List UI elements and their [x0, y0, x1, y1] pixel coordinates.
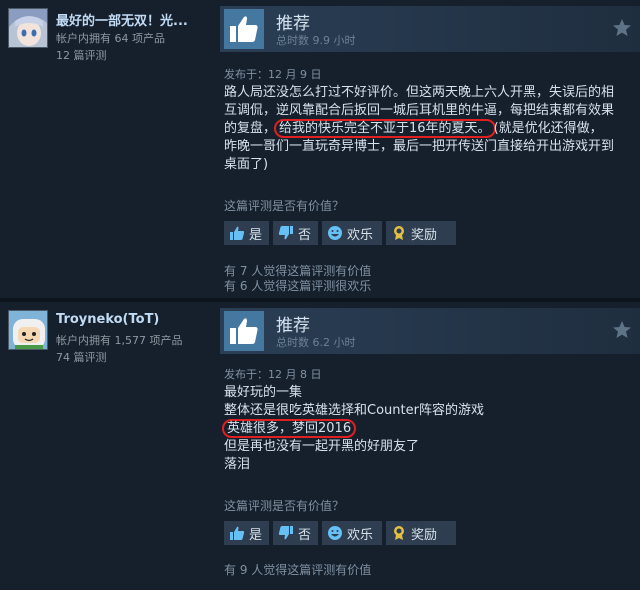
review-line: 的复盘， 给我的快乐完全不亚于16年的夏天。 (就是优化还得做，	[224, 119, 634, 138]
highlight-circle: 英雄很多，梦回2016	[222, 419, 357, 438]
posted-date: 发布于：12 月 9 日	[224, 68, 322, 81]
award-star-icon[interactable]	[612, 320, 632, 340]
review-line: 互调侃，逆风靠配合后扳回一城后耳机里的牛逼，每把结束都有效果	[224, 103, 615, 118]
award-button[interactable]: 奖励	[386, 521, 456, 545]
thumbs-down-icon	[278, 526, 293, 540]
highlight-circle: 给我的快乐完全不亚于16年的夏天。	[274, 119, 496, 138]
username[interactable]: 最好的一部无双！光...	[56, 10, 216, 29]
yes-button[interactable]: 是	[224, 221, 269, 245]
helpful-question: 这篇评测是否有价值？	[224, 199, 345, 213]
award-icon	[394, 226, 404, 240]
posted-date: 发布于：12 月 8 日	[224, 368, 322, 381]
products-count[interactable]: 帐户内拥有 64 项产品	[56, 30, 165, 46]
username[interactable]: Troyneko(ToT)	[56, 312, 216, 327]
funny-count: 有 6 人觉得这篇评测很欢乐	[224, 279, 372, 293]
thumbs-up-icon	[224, 311, 264, 351]
no-button[interactable]: 否	[273, 521, 318, 545]
review-line: 昨晚一哥们一直玩奇异博士，最后一把开传送门直接给开出游戏开到	[224, 139, 615, 154]
yes-button[interactable]: 是	[224, 521, 269, 545]
hours-played: 总时数 6.2 小时	[276, 336, 356, 349]
vote-header[interactable]: 推荐 总时数 9.9 小时	[220, 6, 640, 52]
award-icon	[394, 526, 404, 540]
reviews-count[interactable]: 12 篇评测	[56, 47, 107, 63]
funny-label: 欢乐	[347, 527, 374, 543]
hours-played: 总时数 9.9 小时	[276, 34, 356, 47]
funny-button[interactable]: 欢乐	[322, 221, 382, 245]
thumbs-up-icon	[230, 526, 245, 540]
thumbs-down-icon	[278, 226, 293, 240]
review-body: 路人局还没怎么打过不好评价。但这两天晚上六人开黑，失误后的相 互调侃，逆风靠配合…	[224, 84, 634, 174]
no-button[interactable]: 否	[273, 221, 318, 245]
vote-header[interactable]: 推荐 总时数 6.2 小时	[220, 308, 640, 354]
thumbs-up-icon	[230, 226, 245, 240]
laugh-icon	[328, 526, 342, 540]
award-button[interactable]: 奖励	[386, 221, 456, 245]
award-label: 奖励	[411, 227, 438, 243]
thumbs-up-icon	[224, 9, 264, 49]
helpful-question: 这篇评测是否有价值？	[224, 499, 345, 513]
review-text: (就是优化还得做，	[493, 121, 603, 136]
review-line: 最好玩的一集	[224, 385, 303, 400]
review-line: 但是再也没有一起开黑的好朋友了	[224, 439, 420, 454]
vote-title: 推荐	[276, 14, 310, 34]
yes-label: 是	[249, 227, 263, 243]
review-line: 整体还是很吃英雄选择和Counter阵容的游戏	[224, 403, 484, 418]
no-label: 否	[298, 527, 312, 543]
review-line: 桌面了)	[224, 157, 269, 172]
funny-label: 欢乐	[347, 227, 374, 243]
award-star-icon[interactable]	[612, 18, 632, 38]
products-count[interactable]: 帐户内拥有 1,577 项产品	[56, 332, 182, 348]
yes-label: 是	[249, 527, 263, 543]
funny-button[interactable]: 欢乐	[322, 521, 382, 545]
review-line: 英雄很多，梦回2016	[222, 419, 634, 438]
vote-title: 推荐	[276, 316, 310, 336]
review-card: Troyneko(ToT) 帐户内拥有 1,577 项产品 74 篇评测 推荐 …	[0, 302, 640, 590]
review-line: 路人局还没怎么打过不好评价。但这两天晚上六人开黑，失误后的相	[224, 85, 615, 100]
avatar[interactable]	[8, 310, 48, 350]
helpful-count: 有 9 人觉得这篇评测有价值	[224, 563, 372, 577]
review-text: 的复盘，	[224, 121, 277, 136]
avatar[interactable]	[8, 8, 48, 48]
review-line: 落泪	[224, 457, 251, 472]
no-label: 否	[298, 227, 312, 243]
review-card: 最好的一部无双！光... 帐户内拥有 64 项产品 12 篇评测 推荐 总时数 …	[0, 0, 640, 298]
award-label: 奖励	[411, 527, 438, 543]
review-body: 最好玩的一集 整体还是很吃英雄选择和Counter阵容的游戏 英雄很多，梦回20…	[222, 384, 634, 474]
reviews-count[interactable]: 74 篇评测	[56, 349, 107, 365]
laugh-icon	[328, 226, 342, 240]
